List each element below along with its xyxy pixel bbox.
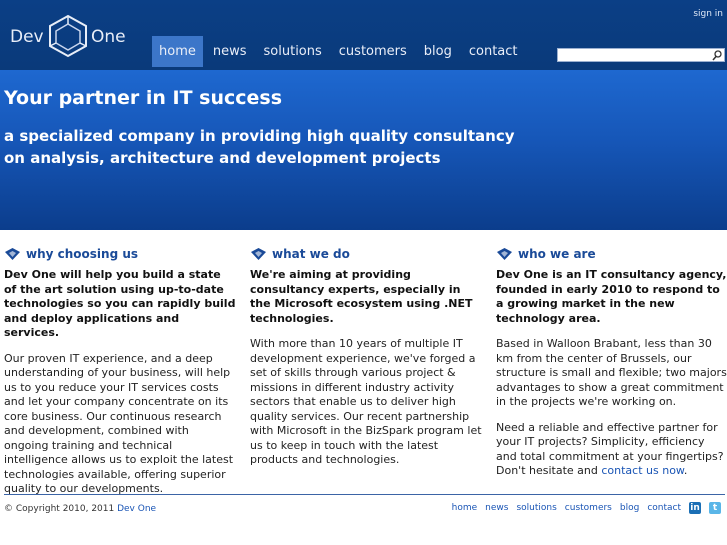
hero-subtitle: a specialized company in providing high …: [4, 127, 515, 167]
nav-item-solutions[interactable]: solutions: [257, 36, 329, 67]
column-paragraph: With more than 10 years of multiple IT d…: [250, 337, 482, 466]
column-what-we-do: what we do We're aiming at providing con…: [250, 246, 482, 468]
column-lead: Dev One will help you build a state of t…: [4, 268, 236, 339]
twitter-icon[interactable]: t: [709, 502, 721, 514]
column-why-choosing-us: why choosing us Dev One will help you bu…: [4, 246, 236, 497]
footer-link-blog[interactable]: blog: [620, 503, 639, 513]
nav-item-home[interactable]: home: [152, 36, 203, 67]
site-header: Dev One sign in home news solutions cust…: [0, 0, 727, 70]
hero-title: Your partner in IT success: [4, 87, 283, 109]
footer-link-home[interactable]: home: [452, 503, 478, 513]
footer-link-news[interactable]: news: [485, 503, 508, 513]
copyright-text: © Copyright 2010, 2011: [4, 504, 118, 514]
sign-in-link[interactable]: sign in: [693, 9, 723, 19]
column-who-we-are: who we are Dev One is an IT consultancy …: [496, 246, 727, 479]
logo-text-dev: Dev: [10, 27, 44, 47]
copyright: © Copyright 2010, 2011 Dev One: [4, 504, 156, 514]
column-paragraph: Based in Walloon Brabant, less than 30 k…: [496, 337, 727, 408]
footer-link-contact[interactable]: contact: [647, 503, 681, 513]
nav-item-news[interactable]: news: [206, 36, 254, 67]
logo-text-one: One: [91, 27, 126, 47]
main-nav: home news solutions customers blog conta…: [152, 36, 528, 67]
footer-link-solutions[interactable]: solutions: [516, 503, 556, 513]
column-paragraph-contact: Need a reliable and effective partner fo…: [496, 421, 727, 479]
cube-bullet-icon: [251, 248, 266, 260]
nav-item-contact[interactable]: contact: [462, 36, 525, 67]
column-title: who we are: [518, 247, 596, 261]
contact-us-link[interactable]: contact us now: [601, 464, 684, 477]
search-icon[interactable]: [712, 49, 722, 61]
column-heading: why choosing us: [4, 246, 236, 262]
column-title: what we do: [272, 247, 350, 261]
contact-text-end: .: [683, 464, 688, 477]
nav-item-customers[interactable]: customers: [332, 36, 414, 67]
footer-link-customers[interactable]: customers: [565, 503, 612, 513]
nav-item-blog[interactable]: blog: [417, 36, 459, 67]
cube-bullet-icon: [497, 248, 512, 260]
dev-one-logo[interactable]: Dev One: [10, 10, 135, 58]
column-heading: who we are: [496, 246, 727, 262]
linkedin-icon[interactable]: in: [689, 502, 701, 514]
column-heading: what we do: [250, 246, 482, 262]
footer-nav: home news solutions customers blog conta…: [444, 502, 721, 514]
search-input[interactable]: [557, 48, 725, 62]
column-lead: We're aiming at providing consultancy ex…: [250, 268, 473, 325]
footer-divider: [4, 494, 725, 495]
column-title: why choosing us: [26, 247, 139, 261]
column-paragraph: Our proven IT experience, and a deep und…: [4, 351, 234, 496]
hero-banner: Your partner in IT success a specialized…: [0, 70, 727, 230]
logo-cube-icon: [49, 14, 87, 58]
cube-bullet-icon: [5, 248, 20, 260]
copyright-link[interactable]: Dev One: [117, 504, 156, 514]
column-lead: Dev One is an IT consultancy agency, fou…: [496, 268, 727, 325]
